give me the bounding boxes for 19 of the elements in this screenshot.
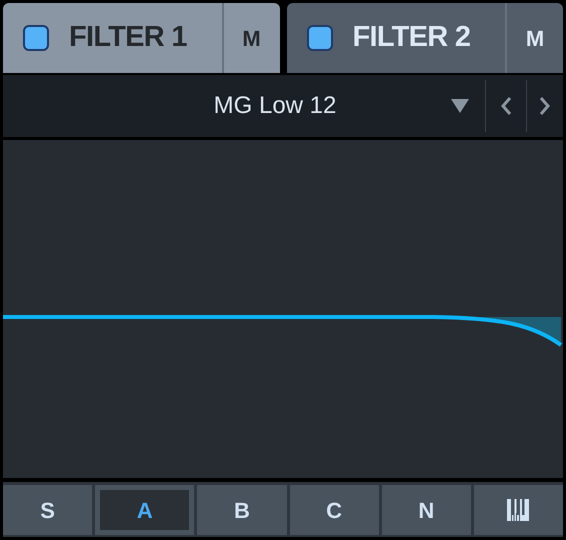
tab-label: FILTER 1 [69,20,187,56]
mode-button[interactable]: C [290,485,379,535]
filter-tab[interactable]: FILTER 1 M [3,3,280,73]
mute-button[interactable]: M [222,3,280,73]
mute-button[interactable]: M [505,3,563,73]
dropdown-caret-icon [451,99,469,113]
preset-dropdown[interactable]: MG Low 12 [3,75,485,137]
piano-keys-icon [507,499,530,521]
tab-label: FILTER 2 [352,20,470,56]
mode-button[interactable]: A [95,485,194,535]
mode-button[interactable]: S [3,485,92,535]
mode-button[interactable]: B [197,485,287,535]
filter-tab[interactable]: FILTER 2 M [286,3,563,73]
mode-button[interactable]: N [382,485,471,535]
enable-checkbox[interactable] [306,25,332,51]
mode-button[interactable] [474,485,564,535]
chevron-left-icon [500,96,512,116]
enable-checkbox[interactable] [23,25,49,51]
chevron-right-icon [539,96,551,116]
